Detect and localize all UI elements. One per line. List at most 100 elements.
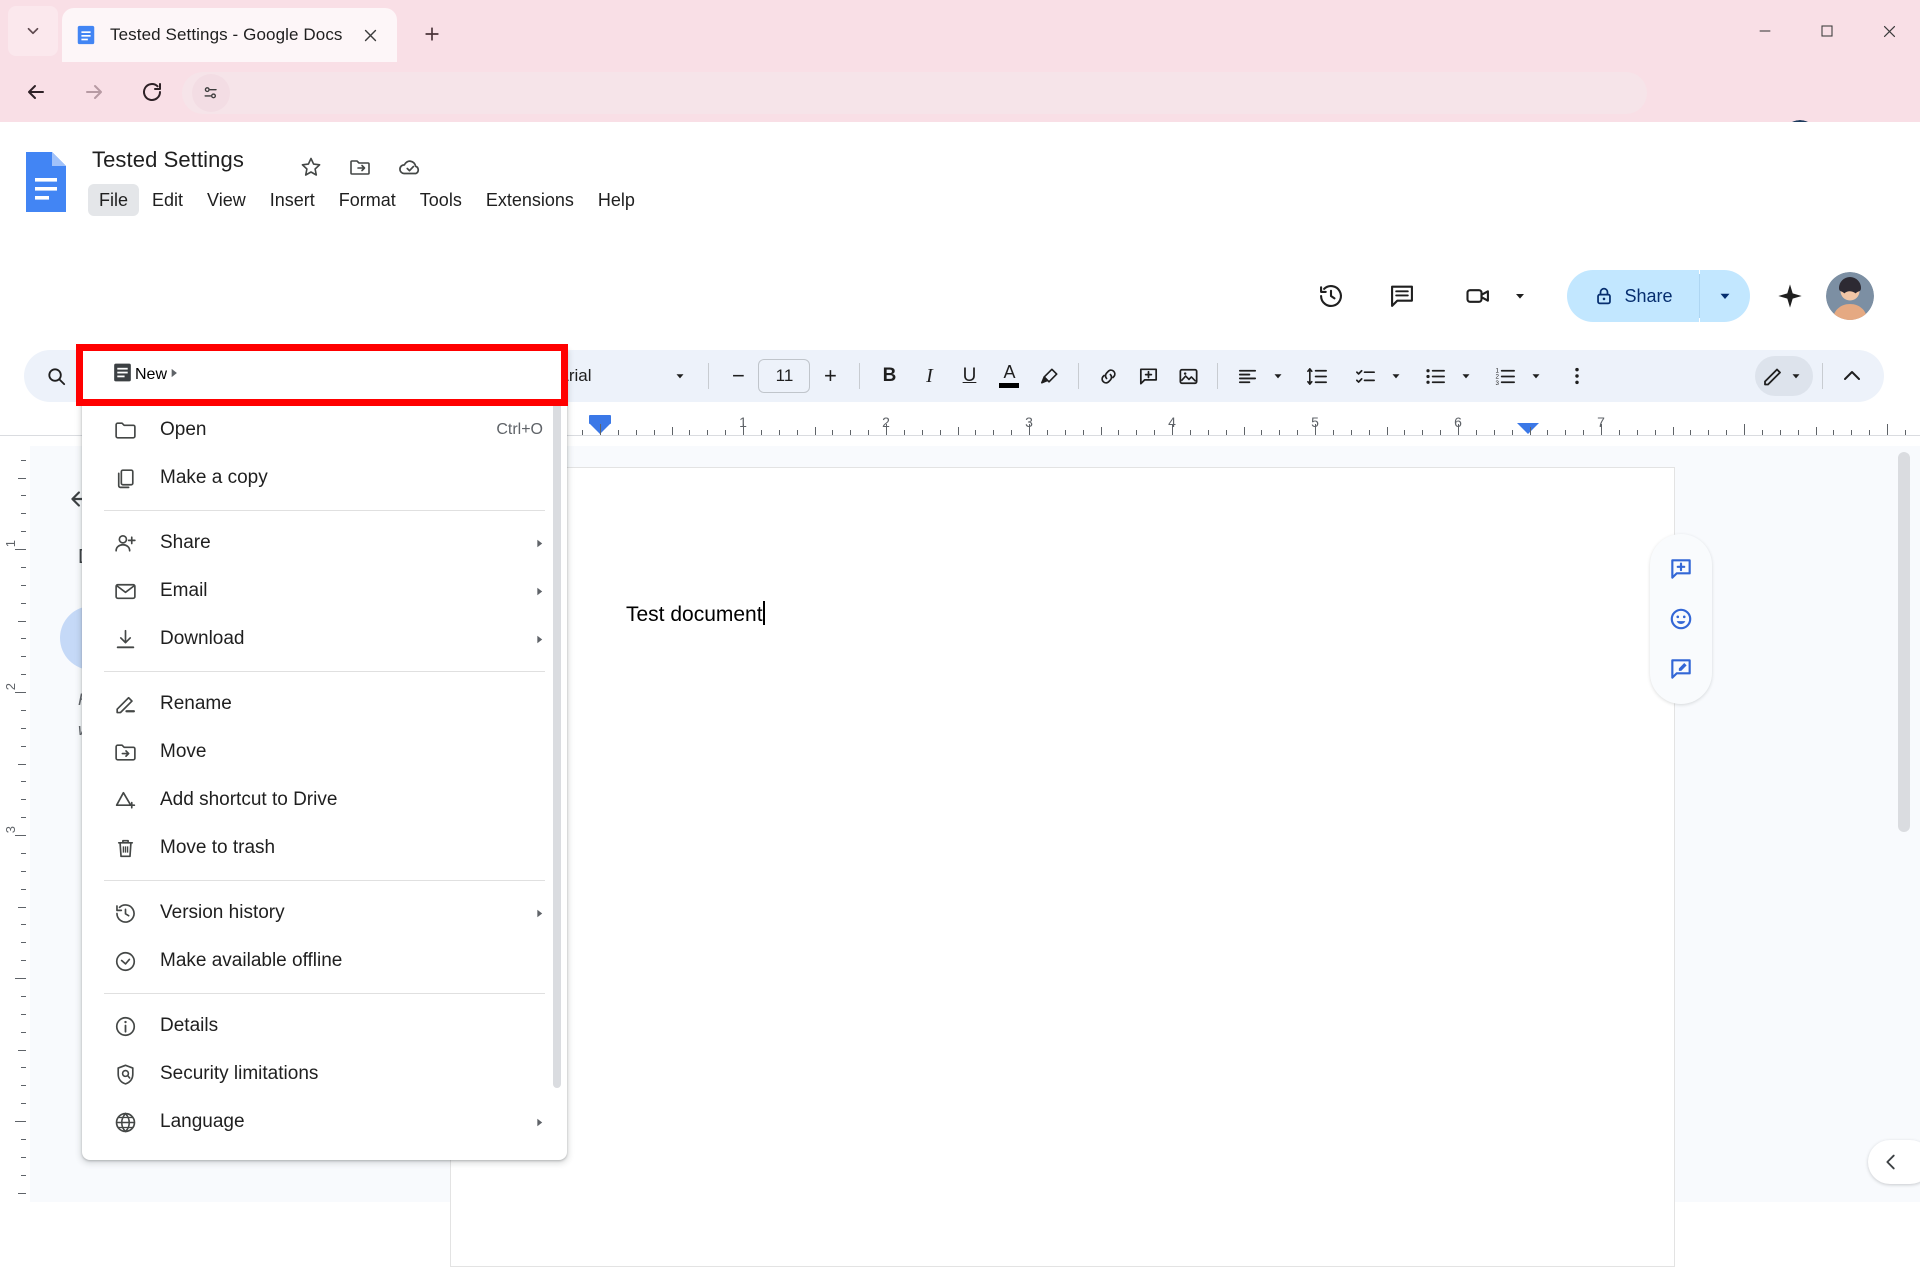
ruler-tick bbox=[1046, 430, 1048, 435]
menu-tools[interactable]: Tools bbox=[409, 184, 473, 216]
menu-extensions[interactable]: Extensions bbox=[475, 184, 585, 216]
italic-button[interactable]: I bbox=[909, 356, 949, 396]
underline-button[interactable]: U bbox=[949, 356, 989, 396]
ruler-tick bbox=[903, 430, 905, 435]
menu-file[interactable]: File bbox=[88, 184, 140, 216]
font-size-input[interactable]: 11 bbox=[758, 359, 811, 393]
more-options-button[interactable] bbox=[1557, 356, 1597, 396]
ruler-number: 7 bbox=[1597, 414, 1605, 430]
ruler-tick bbox=[21, 709, 26, 711]
saved-to-drive-icon[interactable] bbox=[395, 152, 425, 182]
ruler-tick bbox=[21, 727, 26, 729]
menu-item-security-limitations[interactable]: Security limitations bbox=[82, 1050, 567, 1098]
menu-item-download[interactable]: Download bbox=[82, 615, 567, 663]
menu-item-rename[interactable]: Rename bbox=[82, 680, 567, 728]
menu-item-open[interactable]: Open Ctrl+O bbox=[82, 406, 567, 454]
menu-item-share[interactable]: Share bbox=[82, 519, 567, 567]
menu-item-make-available-offline[interactable]: Make available offline bbox=[82, 937, 567, 985]
ruler-tick bbox=[1136, 430, 1138, 435]
menu-format[interactable]: Format bbox=[328, 184, 407, 216]
window-minimize-button[interactable] bbox=[1734, 0, 1796, 62]
right-indent-marker[interactable] bbox=[1517, 423, 1539, 434]
tab-search-button[interactable] bbox=[8, 6, 58, 56]
document-scrollbar[interactable] bbox=[1898, 452, 1910, 832]
align-button[interactable] bbox=[1227, 356, 1267, 396]
hide-menus-button[interactable] bbox=[1832, 356, 1872, 396]
file-menu-dropdown[interactable]: Open Ctrl+O Make a copy Share Email Down… bbox=[82, 350, 567, 1160]
menu-item-move-to-trash[interactable]: Move to trash bbox=[82, 824, 567, 872]
menu-item-new[interactable]: New bbox=[83, 351, 561, 399]
menu-view[interactable]: View bbox=[196, 184, 257, 216]
bulleted-list-dropdown-caret[interactable] bbox=[1455, 365, 1477, 387]
highlight-color-button[interactable] bbox=[1029, 356, 1069, 396]
menu-item-details[interactable]: Details bbox=[82, 1002, 567, 1050]
menu-item-add-shortcut-to-drive[interactable]: Add shortcut to Drive bbox=[82, 776, 567, 824]
gemini-button[interactable] bbox=[1768, 274, 1812, 318]
arrow-right-icon bbox=[86, 85, 102, 99]
line-spacing-icon bbox=[1307, 367, 1327, 385]
ruler-tick bbox=[1404, 430, 1406, 435]
ruler-number: 1 bbox=[3, 540, 18, 548]
close-icon[interactable] bbox=[355, 20, 385, 50]
insert-image-button[interactable] bbox=[1168, 356, 1208, 396]
suggest-edit-icon[interactable] bbox=[1661, 649, 1701, 689]
submenu-arrow-icon bbox=[529, 581, 549, 601]
document-title[interactable]: Tested Settings bbox=[92, 147, 244, 173]
line-spacing-button[interactable] bbox=[1297, 356, 1337, 396]
add-comment-button[interactable] bbox=[1128, 356, 1168, 396]
insert-link-button[interactable] bbox=[1088, 356, 1128, 396]
decrease-font-size-button[interactable]: − bbox=[718, 356, 758, 396]
add-comment-icon[interactable] bbox=[1661, 549, 1701, 589]
menu-item-version-history[interactable]: Version history bbox=[82, 889, 567, 937]
google-docs-logo[interactable] bbox=[22, 150, 70, 214]
text-color-button[interactable]: A bbox=[989, 356, 1029, 396]
font-family-select[interactable]: Arial bbox=[549, 356, 699, 396]
new-tab-button[interactable] bbox=[412, 14, 452, 54]
share-dropdown-button[interactable] bbox=[1700, 270, 1750, 322]
align-dropdown-caret[interactable] bbox=[1267, 365, 1289, 387]
window-maximize-button[interactable] bbox=[1796, 0, 1858, 62]
ruler-tick bbox=[21, 799, 26, 801]
forward-button[interactable] bbox=[72, 70, 116, 114]
menu-scrollbar[interactable] bbox=[553, 368, 561, 1088]
numbered-list-dropdown-caret[interactable] bbox=[1525, 365, 1547, 387]
meet-button[interactable] bbox=[1458, 272, 1498, 320]
account-avatar[interactable] bbox=[1826, 272, 1874, 320]
back-button[interactable] bbox=[14, 70, 58, 114]
menu-item-email[interactable]: Email bbox=[82, 567, 567, 615]
search-menus-button[interactable] bbox=[36, 356, 76, 396]
bold-button[interactable]: B bbox=[869, 356, 909, 396]
checklist-button[interactable] bbox=[1345, 356, 1385, 396]
ruler-tick bbox=[21, 995, 26, 997]
menu-insert[interactable]: Insert bbox=[259, 184, 326, 216]
menu-help[interactable]: Help bbox=[587, 184, 646, 216]
menu-item-language[interactable]: Language bbox=[82, 1098, 567, 1146]
menu-item-make-a-copy[interactable]: Make a copy bbox=[82, 454, 567, 502]
editing-mode-button[interactable] bbox=[1755, 356, 1813, 396]
address-bar[interactable] bbox=[182, 72, 1647, 114]
meet-dropdown-caret[interactable] bbox=[1508, 284, 1532, 308]
share-button[interactable]: Share bbox=[1567, 270, 1699, 322]
move-to-folder-icon[interactable] bbox=[345, 152, 375, 182]
document-page[interactable]: Test document bbox=[450, 467, 1675, 1267]
window-close-button[interactable] bbox=[1858, 0, 1920, 62]
menu-item-move[interactable]: Move bbox=[82, 728, 567, 776]
version-history-button[interactable] bbox=[1307, 272, 1355, 320]
site-settings-icon[interactable] bbox=[192, 74, 230, 112]
bulleted-list-button[interactable] bbox=[1415, 356, 1455, 396]
ruler-tick bbox=[1690, 430, 1692, 435]
star-icon[interactable] bbox=[296, 152, 326, 182]
reload-button[interactable] bbox=[130, 70, 174, 114]
menu-edit[interactable]: Edit bbox=[141, 184, 194, 216]
docs-menubar: File Edit View Insert Format Tools Exten… bbox=[88, 182, 648, 218]
increase-font-size-button[interactable]: + bbox=[810, 356, 850, 396]
emoji-reaction-icon[interactable] bbox=[1661, 599, 1701, 639]
chevron-left-icon bbox=[1886, 1154, 1895, 1170]
numbered-list-button[interactable]: 1 2 3 bbox=[1485, 356, 1525, 396]
browser-tab[interactable]: Tested Settings - Google Docs bbox=[62, 8, 397, 62]
comments-button[interactable] bbox=[1378, 272, 1426, 320]
document-body-text[interactable]: Test document bbox=[626, 601, 765, 627]
checklist-dropdown-caret[interactable] bbox=[1385, 365, 1407, 387]
ruler-number: 2 bbox=[882, 414, 890, 430]
expand-panel-button[interactable] bbox=[1868, 1140, 1920, 1184]
